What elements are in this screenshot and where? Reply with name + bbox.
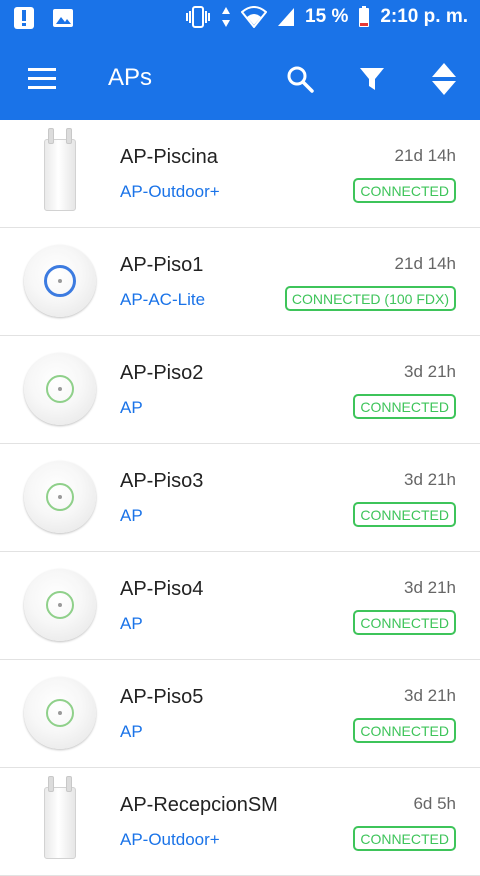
list-item[interactable]: AP-RecepcionSM AP-Outdoor+ 6d 5h CONNECT…	[0, 768, 480, 876]
ap-thumbnail	[24, 128, 96, 211]
battery-percent: 15 %	[305, 6, 349, 27]
ap-name: AP-Piso2	[120, 362, 204, 384]
data-transfer-icon	[222, 7, 231, 27]
ap-uptime: 6d 5h	[413, 794, 456, 813]
page-title: APs	[108, 64, 153, 91]
sort-icon[interactable]	[426, 60, 462, 98]
image-icon	[53, 9, 73, 27]
ap-model: AP	[120, 614, 143, 633]
ap-model: AP	[120, 398, 143, 417]
ap-uptime: 3d 21h	[404, 470, 456, 489]
status-badge: CONNECTED	[353, 394, 456, 419]
ap-uptime: 3d 21h	[404, 686, 456, 705]
alert-icon	[14, 7, 34, 29]
vibrate-icon	[186, 6, 211, 28]
ap-uptime: 3d 21h	[404, 362, 456, 381]
ap-thumbnail	[24, 569, 96, 641]
status-badge: CONNECTED	[353, 178, 456, 203]
ap-thumbnail	[24, 353, 96, 425]
ap-model: AP-Outdoor+	[120, 830, 220, 849]
ap-model: AP-AC-Lite	[120, 290, 206, 309]
ap-model: AP	[120, 722, 143, 741]
ap-thumbnail	[24, 677, 96, 749]
status-badge: CONNECTED	[353, 718, 456, 743]
ap-name: AP-Piso1	[120, 254, 204, 276]
status-badge: CONNECTED	[353, 826, 456, 851]
ap-uptime: 3d 21h	[404, 578, 456, 597]
app-bar: APs	[0, 38, 480, 120]
ap-uptime: 21d 14h	[394, 146, 456, 165]
list-item[interactable]: AP-Piso4 AP 3d 21h CONNECTED	[0, 552, 480, 660]
ap-name: AP-Piso3	[120, 470, 204, 492]
ap-uptime: 21d 14h	[394, 254, 456, 273]
status-badge: CONNECTED (100 FDX)	[284, 286, 456, 311]
signal-icon	[278, 8, 295, 26]
clock: 2:10 p. m.	[380, 6, 468, 27]
ap-name: AP-RecepcionSM	[120, 794, 278, 816]
ap-name: AP-Piso4	[120, 578, 204, 600]
status-badge: CONNECTED	[353, 610, 456, 635]
list-item[interactable]: AP-Piso5 AP 3d 21h CONNECTED	[0, 660, 480, 768]
battery-icon	[359, 6, 370, 27]
notification-icons	[14, 7, 74, 29]
search-icon[interactable]	[282, 60, 318, 98]
ap-model: AP	[120, 506, 143, 525]
list-item[interactable]: AP-Piso2 AP 3d 21h CONNECTED	[0, 336, 480, 444]
status-bar: 15 % 2:10 p. m.	[0, 0, 480, 38]
list-item[interactable]: AP-Piso1 AP-AC-Lite 21d 14h CONNECTED (1…	[0, 228, 480, 336]
ap-thumbnail	[24, 245, 96, 317]
ap-model: AP-Outdoor+	[120, 182, 220, 201]
status-badge: CONNECTED	[353, 502, 456, 527]
ap-thumbnail	[24, 461, 96, 533]
ap-name: AP-Piscina	[120, 146, 218, 168]
ap-list: AP-Piscina AP-Outdoor+ 21d 14h CONNECTED…	[0, 120, 480, 876]
filter-icon[interactable]	[354, 60, 390, 98]
menu-icon[interactable]	[28, 68, 56, 90]
wifi-icon	[241, 6, 268, 28]
ap-thumbnail	[24, 776, 96, 859]
list-item[interactable]: AP-Piscina AP-Outdoor+ 21d 14h CONNECTED	[0, 120, 480, 228]
ap-name: AP-Piso5	[120, 686, 204, 708]
list-item[interactable]: AP-Piso3 AP 3d 21h CONNECTED	[0, 444, 480, 552]
